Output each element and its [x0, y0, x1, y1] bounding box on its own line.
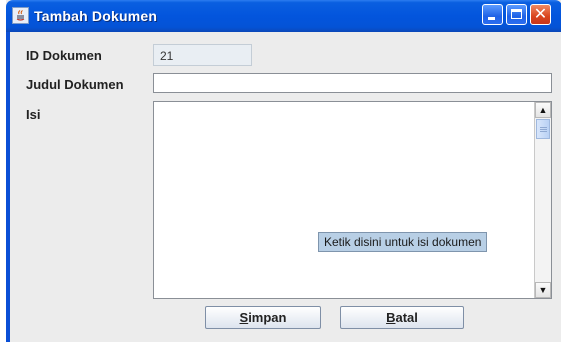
scroll-up-button[interactable]: ▲: [535, 102, 551, 118]
batal-button[interactable]: Batal: [340, 306, 464, 329]
simpan-label: impan: [248, 310, 287, 325]
minimize-icon: [488, 17, 495, 20]
isi-textarea[interactable]: Ketik disini untuk isi dokumen ▲ ▼: [153, 101, 552, 299]
grip-line: [540, 129, 547, 130]
judul-dokumen-label: Judul Dokumen: [26, 77, 124, 92]
grip-line: [540, 131, 547, 132]
arrow-up-icon: ▲: [538, 105, 548, 115]
java-app-icon[interactable]: [12, 7, 29, 24]
simpan-mnemonic: S: [239, 310, 249, 325]
simpan-button[interactable]: Simpan: [205, 306, 321, 329]
close-icon: ✕: [533, 6, 548, 23]
isi-tooltip: Ketik disini untuk isi dokumen: [318, 232, 488, 252]
close-button[interactable]: ✕: [530, 4, 551, 25]
title-bar[interactable]: Tambah Dokumen ✕: [6, 0, 561, 32]
minimize-button[interactable]: [482, 4, 503, 25]
maximize-button[interactable]: [506, 4, 527, 25]
grip-line: [540, 127, 547, 128]
batal-label: atal: [395, 310, 418, 325]
arrow-down-icon: ▼: [538, 285, 548, 295]
id-dokumen-field: 21: [153, 44, 252, 66]
window-border-left: [6, 32, 10, 342]
judul-dokumen-input[interactable]: [153, 73, 552, 93]
maximize-icon: [511, 9, 522, 19]
vertical-scrollbar[interactable]: ▲ ▼: [534, 102, 551, 298]
isi-label: Isi: [26, 107, 41, 122]
scrollbar-thumb[interactable]: [536, 119, 550, 139]
window-title: Tambah Dokumen: [34, 8, 158, 24]
scroll-down-button[interactable]: ▼: [535, 282, 551, 298]
id-dokumen-label: ID Dokumen: [26, 48, 102, 63]
dialog-window: Tambah Dokumen ✕ ID Dokumen 21 Judul Dok…: [6, 0, 561, 342]
